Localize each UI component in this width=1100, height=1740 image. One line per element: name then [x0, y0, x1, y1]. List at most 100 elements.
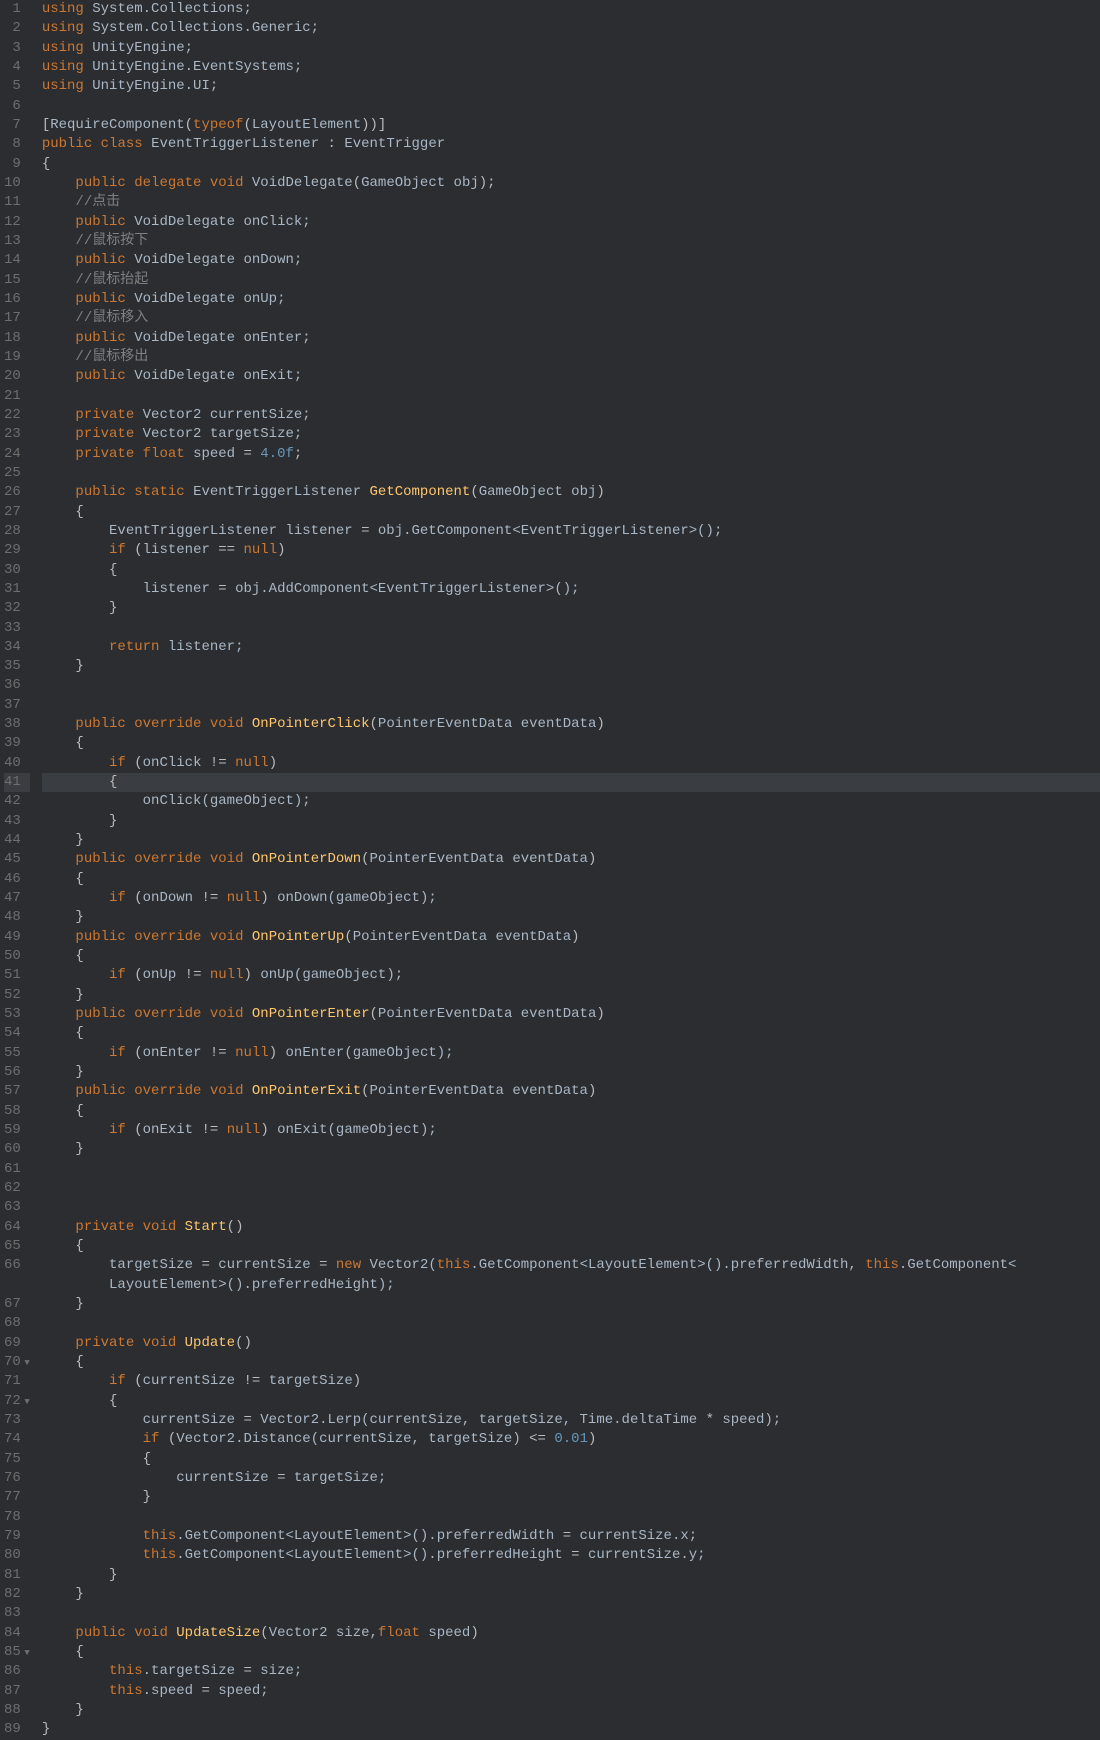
- code-line[interactable]: }: [42, 1488, 1100, 1507]
- line-number[interactable]: 76: [4, 1469, 30, 1488]
- line-number[interactable]: 60: [4, 1140, 30, 1159]
- line-number[interactable]: 50: [4, 947, 30, 966]
- code-line[interactable]: }: [42, 831, 1100, 850]
- code-line[interactable]: if (onDown != null) onDown(gameObject);: [42, 889, 1100, 908]
- line-number[interactable]: 7: [4, 116, 30, 135]
- code-line[interactable]: if (onEnter != null) onEnter(gameObject)…: [42, 1044, 1100, 1063]
- line-number[interactable]: 11: [4, 193, 30, 212]
- line-number[interactable]: 71: [4, 1372, 30, 1391]
- code-line[interactable]: [42, 1198, 1100, 1217]
- code-line[interactable]: if (currentSize != targetSize): [42, 1372, 1100, 1391]
- line-number[interactable]: 45: [4, 850, 30, 869]
- line-number[interactable]: 37: [4, 696, 30, 715]
- line-number[interactable]: 8: [4, 135, 30, 154]
- code-line[interactable]: private void Start(): [42, 1218, 1100, 1237]
- code-line[interactable]: public class EventTriggerListener : Even…: [42, 135, 1100, 154]
- line-number[interactable]: 9: [4, 155, 30, 174]
- code-line[interactable]: }: [42, 599, 1100, 618]
- code-line[interactable]: //鼠标移入: [42, 309, 1100, 328]
- code-line[interactable]: onClick(gameObject);: [42, 792, 1100, 811]
- code-area[interactable]: using System.Collections;using System.Co…: [36, 0, 1100, 1740]
- code-line[interactable]: [42, 1314, 1100, 1333]
- line-number-gutter[interactable]: 1234567891011121314151617181920212223242…: [0, 0, 36, 1740]
- line-number[interactable]: 24: [4, 445, 30, 464]
- code-line[interactable]: targetSize = currentSize = new Vector2(t…: [42, 1256, 1100, 1275]
- code-line[interactable]: [42, 619, 1100, 638]
- line-number[interactable]: 47: [4, 889, 30, 908]
- line-number[interactable]: 36: [4, 676, 30, 695]
- code-line[interactable]: private Vector2 currentSize;: [42, 406, 1100, 425]
- line-number[interactable]: 39: [4, 734, 30, 753]
- line-number[interactable]: 27: [4, 503, 30, 522]
- code-line[interactable]: }: [42, 1701, 1100, 1720]
- line-number[interactable]: 86: [4, 1662, 30, 1681]
- code-line[interactable]: private float speed = 4.0f;: [42, 445, 1100, 464]
- code-line[interactable]: }: [42, 1720, 1100, 1739]
- line-number[interactable]: 33: [4, 619, 30, 638]
- code-line[interactable]: public void UpdateSize(Vector2 size,floa…: [42, 1624, 1100, 1643]
- code-line[interactable]: [42, 1160, 1100, 1179]
- line-number[interactable]: 82: [4, 1585, 30, 1604]
- code-line[interactable]: {: [42, 1353, 1100, 1372]
- code-line[interactable]: }: [42, 1140, 1100, 1159]
- line-number[interactable]: 54: [4, 1024, 30, 1043]
- code-line[interactable]: {: [42, 734, 1100, 753]
- code-line[interactable]: //鼠标移出: [42, 348, 1100, 367]
- line-number[interactable]: 65: [4, 1237, 30, 1256]
- line-number[interactable]: 12: [4, 213, 30, 232]
- line-number[interactable]: 72▼: [4, 1392, 30, 1411]
- line-number[interactable]: 52: [4, 986, 30, 1005]
- line-number[interactable]: 38: [4, 715, 30, 734]
- line-number[interactable]: 53: [4, 1005, 30, 1024]
- code-line[interactable]: currentSize = Vector2.Lerp(currentSize, …: [42, 1411, 1100, 1430]
- line-number[interactable]: 26: [4, 483, 30, 502]
- code-line[interactable]: if (onClick != null): [42, 754, 1100, 773]
- code-line[interactable]: public override void OnPointerEnter(Poin…: [42, 1005, 1100, 1024]
- code-line[interactable]: {: [42, 1024, 1100, 1043]
- line-number[interactable]: 13: [4, 232, 30, 251]
- fold-icon[interactable]: ▼: [24, 1644, 30, 1663]
- line-number[interactable]: 18: [4, 329, 30, 348]
- line-number[interactable]: 75: [4, 1450, 30, 1469]
- line-number[interactable]: 51: [4, 966, 30, 985]
- code-line[interactable]: using UnityEngine;: [42, 39, 1100, 58]
- line-number[interactable]: 44: [4, 831, 30, 850]
- code-line[interactable]: this.targetSize = size;: [42, 1662, 1100, 1681]
- code-line[interactable]: if (onUp != null) onUp(gameObject);: [42, 966, 1100, 985]
- line-number[interactable]: 1: [4, 0, 30, 19]
- code-line[interactable]: }: [42, 812, 1100, 831]
- code-line[interactable]: public VoidDelegate onEnter;: [42, 329, 1100, 348]
- line-number[interactable]: 2: [4, 19, 30, 38]
- code-line[interactable]: {: [42, 1643, 1100, 1662]
- code-line[interactable]: public VoidDelegate onClick;: [42, 213, 1100, 232]
- code-editor[interactable]: 1234567891011121314151617181920212223242…: [0, 0, 1100, 1740]
- code-line[interactable]: public static EventTriggerListener GetCo…: [42, 483, 1100, 502]
- code-line[interactable]: [42, 696, 1100, 715]
- code-line[interactable]: {: [42, 561, 1100, 580]
- line-number[interactable]: 49: [4, 928, 30, 947]
- code-line[interactable]: }: [42, 657, 1100, 676]
- line-number[interactable]: 21: [4, 387, 30, 406]
- code-line[interactable]: {: [42, 1392, 1100, 1411]
- line-number[interactable]: 66: [4, 1256, 30, 1275]
- line-number[interactable]: 87: [4, 1682, 30, 1701]
- line-number[interactable]: 59: [4, 1121, 30, 1140]
- line-number[interactable]: 35: [4, 657, 30, 676]
- line-number[interactable]: 4: [4, 58, 30, 77]
- line-number[interactable]: 73: [4, 1411, 30, 1430]
- code-line[interactable]: public delegate void VoidDelegate(GameOb…: [42, 174, 1100, 193]
- code-line[interactable]: [42, 1604, 1100, 1623]
- line-number[interactable]: 61: [4, 1160, 30, 1179]
- line-number[interactable]: 78: [4, 1508, 30, 1527]
- code-line[interactable]: }: [42, 1585, 1100, 1604]
- code-line[interactable]: [42, 387, 1100, 406]
- code-line[interactable]: if (Vector2.Distance(currentSize, target…: [42, 1430, 1100, 1449]
- code-line[interactable]: if (onExit != null) onExit(gameObject);: [42, 1121, 1100, 1140]
- code-line[interactable]: }: [42, 908, 1100, 927]
- code-line[interactable]: listener = obj.AddComponent<EventTrigger…: [42, 580, 1100, 599]
- code-line[interactable]: }: [42, 986, 1100, 1005]
- line-number[interactable]: 17: [4, 309, 30, 328]
- line-number[interactable]: 19: [4, 348, 30, 367]
- fold-icon[interactable]: ▼: [24, 1393, 30, 1412]
- code-line[interactable]: this.GetComponent<LayoutElement>().prefe…: [42, 1527, 1100, 1546]
